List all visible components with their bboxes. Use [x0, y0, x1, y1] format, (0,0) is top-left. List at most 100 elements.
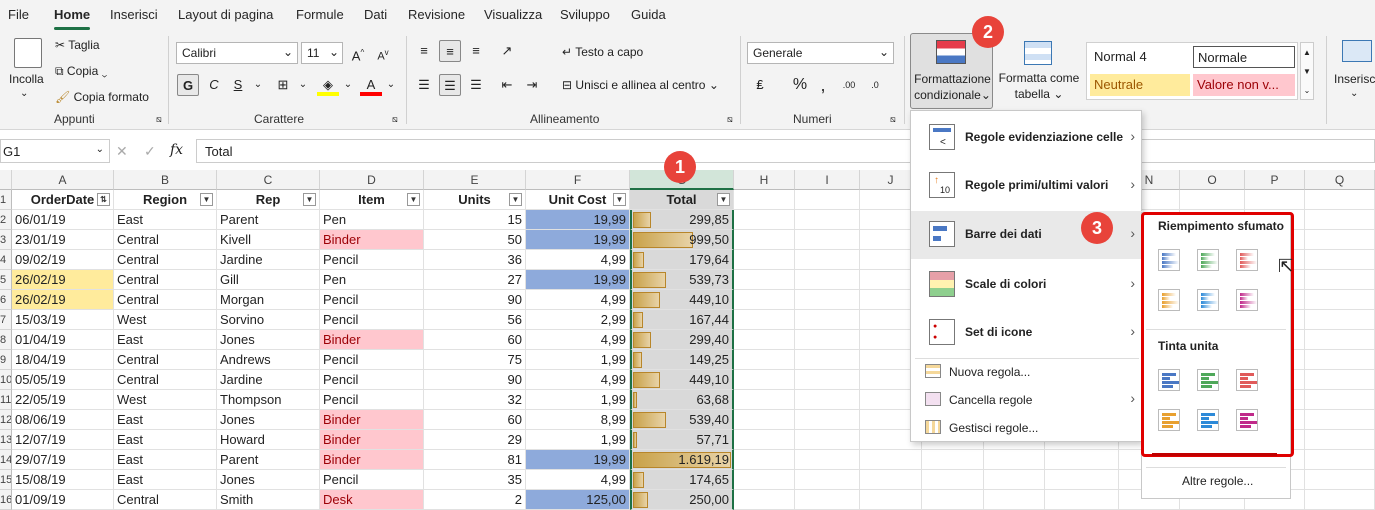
- column-header-p[interactable]: P: [1245, 170, 1305, 190]
- table-cell[interactable]: Central: [114, 270, 217, 290]
- row-header[interactable]: 3: [0, 230, 12, 250]
- copy-button[interactable]: ⧉ Copia ⌄: [55, 64, 107, 79]
- table-cell[interactable]: 29/07/19: [12, 450, 114, 470]
- empty-cell[interactable]: [1305, 290, 1375, 310]
- table-cell[interactable]: Binder: [320, 430, 424, 450]
- column-header-e[interactable]: E: [424, 170, 526, 190]
- menu-home[interactable]: Home: [54, 7, 90, 22]
- empty-cell[interactable]: [795, 490, 860, 510]
- empty-cell[interactable]: [734, 410, 795, 430]
- more-rules-link[interactable]: Altre regole...: [1182, 474, 1253, 488]
- select-all-corner[interactable]: [0, 170, 12, 190]
- style-normal-4[interactable]: Normal 4: [1090, 46, 1190, 68]
- empty-cell[interactable]: [860, 450, 922, 470]
- table-cell[interactable]: 8,99: [526, 410, 630, 430]
- table-cell[interactable]: Jones: [217, 470, 320, 490]
- table-cell[interactable]: Jardine: [217, 370, 320, 390]
- table-cell[interactable]: Sorvino: [217, 310, 320, 330]
- currency-icon[interactable]: ₤: [749, 74, 771, 96]
- filter-dropdown-icon[interactable]: ⇅: [97, 193, 110, 206]
- row-header[interactable]: 14: [0, 450, 12, 470]
- table-cell[interactable]: Central: [114, 230, 217, 250]
- bold-button[interactable]: G: [177, 74, 199, 96]
- table-cell[interactable]: Pencil: [320, 290, 424, 310]
- chevron-down-icon[interactable]: ⌄: [292, 74, 314, 96]
- empty-cell[interactable]: [795, 390, 860, 410]
- table-cell[interactable]: Central: [114, 250, 217, 270]
- format-painter-button[interactable]: 🖌 Copia formato: [55, 90, 149, 104]
- align-center-icon[interactable]: ☰: [439, 74, 461, 96]
- menu-help[interactable]: Guida: [631, 7, 666, 22]
- empty-cell[interactable]: [734, 390, 795, 410]
- table-cell[interactable]: 60: [424, 410, 526, 430]
- table-cell[interactable]: Pencil: [320, 310, 424, 330]
- table-cell[interactable]: Kivell: [217, 230, 320, 250]
- empty-cell[interactable]: [734, 230, 795, 250]
- filter-dropdown-icon[interactable]: ▼: [200, 193, 213, 206]
- chevron-down-icon[interactable]: ⌄: [247, 74, 269, 96]
- table-cell[interactable]: West: [114, 390, 217, 410]
- empty-cell[interactable]: [860, 490, 922, 510]
- table-cell[interactable]: 60: [424, 330, 526, 350]
- dialog-launcher-icon[interactable]: ⧅: [727, 114, 733, 125]
- fill-color-icon[interactable]: ◈: [317, 74, 339, 96]
- table-cell[interactable]: 4,99: [526, 370, 630, 390]
- table-header-cell[interactable]: Rep ▼: [217, 190, 320, 210]
- decrease-decimal-icon[interactable]: .0: [864, 74, 886, 96]
- decrease-font-icon[interactable]: Av: [372, 42, 394, 64]
- align-top-icon[interactable]: ≡: [413, 40, 435, 62]
- empty-cell[interactable]: [1305, 190, 1375, 210]
- empty-cell[interactable]: [795, 310, 860, 330]
- comma-style-icon[interactable]: ,: [812, 74, 834, 96]
- table-cell[interactable]: 4,99: [526, 470, 630, 490]
- empty-cell[interactable]: [795, 470, 860, 490]
- empty-cell[interactable]: [734, 430, 795, 450]
- empty-cell[interactable]: [984, 490, 1045, 510]
- table-cell[interactable]: 999,50: [630, 230, 734, 250]
- table-cell[interactable]: Central: [114, 290, 217, 310]
- column-header-d[interactable]: D: [320, 170, 424, 190]
- menu-item-manage-rules[interactable]: Gestisci regole...: [911, 415, 1143, 441]
- table-cell[interactable]: Central: [114, 350, 217, 370]
- paste-icon[interactable]: [14, 38, 42, 68]
- table-cell[interactable]: East: [114, 210, 217, 230]
- table-cell[interactable]: 449,10: [630, 290, 734, 310]
- column-header-h[interactable]: H: [734, 170, 795, 190]
- table-cell[interactable]: 4,99: [526, 250, 630, 270]
- row-header[interactable]: 1: [0, 190, 12, 210]
- table-cell[interactable]: Pen: [320, 270, 424, 290]
- column-header-f[interactable]: F: [526, 170, 630, 190]
- table-cell[interactable]: 167,44: [630, 310, 734, 330]
- table-cell[interactable]: West: [114, 310, 217, 330]
- table-cell[interactable]: 90: [424, 290, 526, 310]
- table-cell[interactable]: 539,73: [630, 270, 734, 290]
- table-cell[interactable]: Andrews: [217, 350, 320, 370]
- table-cell[interactable]: Gill: [217, 270, 320, 290]
- table-cell[interactable]: 29: [424, 430, 526, 450]
- empty-cell[interactable]: [734, 310, 795, 330]
- empty-cell[interactable]: [1305, 350, 1375, 370]
- empty-cell[interactable]: [795, 350, 860, 370]
- empty-cell[interactable]: [734, 350, 795, 370]
- underline-button[interactable]: S: [227, 74, 249, 96]
- table-cell[interactable]: Desk: [320, 490, 424, 510]
- table-cell[interactable]: East: [114, 410, 217, 430]
- table-header-cell[interactable]: Item ▼: [320, 190, 424, 210]
- table-cell[interactable]: 15/08/19: [12, 470, 114, 490]
- table-cell[interactable]: 179,64: [630, 250, 734, 270]
- empty-cell[interactable]: [984, 470, 1045, 490]
- table-header-cell[interactable]: Unit Cost ▼: [526, 190, 630, 210]
- row-header[interactable]: 6: [0, 290, 12, 310]
- table-cell[interactable]: 1.619,19: [630, 450, 734, 470]
- menu-developer[interactable]: Sviluppo: [560, 7, 610, 22]
- empty-cell[interactable]: [1305, 470, 1375, 490]
- table-header-cell[interactable]: Total ▼: [630, 190, 734, 210]
- table-cell[interactable]: Pencil: [320, 250, 424, 270]
- menu-formulas[interactable]: Formule: [296, 7, 344, 22]
- format-as-table-button[interactable]: Formatta come tabella ⌄: [996, 33, 1082, 109]
- empty-cell[interactable]: [795, 270, 860, 290]
- menu-item-highlight-rules[interactable]: < Regole evidenziazione celle ›: [911, 114, 1143, 162]
- table-cell[interactable]: Parent: [217, 450, 320, 470]
- table-cell[interactable]: 1,99: [526, 430, 630, 450]
- column-header-q[interactable]: Q: [1305, 170, 1375, 190]
